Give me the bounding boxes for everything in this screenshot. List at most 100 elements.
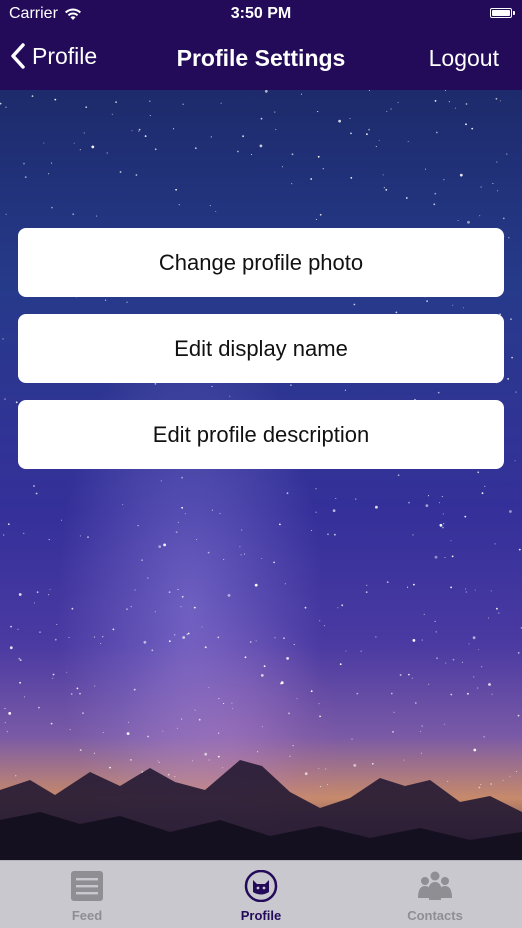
star bbox=[91, 145, 95, 149]
star bbox=[436, 657, 438, 660]
star bbox=[390, 692, 393, 695]
star bbox=[474, 589, 476, 591]
star bbox=[465, 591, 467, 593]
edit-profile-description-button[interactable]: Edit profile description bbox=[18, 400, 504, 469]
star bbox=[464, 515, 467, 518]
star bbox=[496, 607, 498, 610]
star bbox=[310, 178, 313, 180]
star bbox=[135, 174, 138, 176]
star bbox=[414, 702, 417, 704]
star bbox=[168, 591, 171, 593]
star bbox=[87, 536, 89, 538]
tab-feed[interactable]: Feed bbox=[0, 861, 174, 928]
battery-icon bbox=[490, 8, 515, 18]
star bbox=[279, 523, 281, 526]
star bbox=[323, 625, 325, 627]
star bbox=[315, 218, 317, 221]
star bbox=[7, 523, 10, 526]
star bbox=[399, 674, 402, 676]
star bbox=[204, 646, 207, 648]
star bbox=[2, 338, 4, 340]
star bbox=[334, 533, 336, 536]
star bbox=[223, 558, 225, 561]
star bbox=[494, 543, 496, 545]
star bbox=[76, 687, 79, 690]
status-bar: Carrier 3:50 PM bbox=[0, 0, 522, 30]
star bbox=[445, 662, 447, 664]
star bbox=[174, 634, 176, 636]
star bbox=[407, 586, 409, 588]
star bbox=[465, 103, 468, 105]
star bbox=[264, 90, 268, 93]
star bbox=[33, 602, 36, 604]
star bbox=[461, 661, 463, 663]
star bbox=[438, 502, 440, 504]
tab-profile[interactable]: Profile bbox=[174, 861, 348, 928]
star bbox=[4, 398, 6, 400]
star bbox=[444, 556, 446, 559]
star bbox=[499, 100, 502, 102]
star bbox=[182, 103, 184, 105]
star bbox=[405, 197, 408, 199]
star bbox=[23, 162, 25, 165]
star bbox=[249, 641, 252, 643]
star bbox=[263, 665, 266, 668]
star bbox=[465, 123, 467, 126]
star bbox=[154, 611, 156, 613]
star bbox=[443, 523, 445, 525]
star bbox=[386, 581, 389, 583]
star bbox=[496, 161, 498, 163]
star bbox=[260, 674, 264, 677]
star bbox=[237, 150, 239, 153]
star bbox=[421, 639, 423, 641]
star bbox=[452, 658, 455, 661]
star bbox=[448, 101, 450, 103]
star bbox=[19, 681, 21, 684]
star bbox=[48, 539, 50, 541]
star bbox=[17, 628, 19, 630]
star bbox=[71, 607, 74, 610]
star bbox=[386, 110, 388, 112]
star bbox=[317, 155, 320, 158]
star bbox=[24, 176, 27, 178]
star bbox=[102, 636, 104, 638]
star bbox=[412, 639, 416, 642]
back-button[interactable]: Profile bbox=[10, 42, 97, 70]
star bbox=[375, 505, 378, 509]
star bbox=[261, 557, 263, 560]
star bbox=[481, 666, 483, 668]
star bbox=[231, 707, 233, 709]
edit-display-name-button[interactable]: Edit display name bbox=[18, 314, 504, 383]
star bbox=[350, 177, 353, 179]
star bbox=[260, 117, 263, 120]
star bbox=[413, 583, 415, 586]
star bbox=[281, 166, 284, 168]
star bbox=[390, 108, 392, 110]
star bbox=[215, 210, 217, 212]
star bbox=[194, 709, 196, 711]
star bbox=[5, 106, 7, 108]
star bbox=[52, 673, 55, 676]
logout-button[interactable]: Logout bbox=[429, 45, 499, 72]
star bbox=[279, 682, 282, 685]
star bbox=[182, 636, 186, 639]
star bbox=[211, 509, 213, 511]
star bbox=[515, 391, 517, 393]
star bbox=[126, 608, 128, 611]
star bbox=[181, 506, 184, 509]
star bbox=[332, 509, 336, 512]
star bbox=[5, 213, 7, 215]
star bbox=[100, 643, 102, 645]
star bbox=[497, 190, 499, 192]
tab-contacts[interactable]: Contacts bbox=[348, 861, 522, 928]
star bbox=[186, 633, 189, 636]
star bbox=[231, 702, 233, 704]
change-profile-photo-button[interactable]: Change profile photo bbox=[18, 228, 504, 297]
star bbox=[144, 135, 147, 137]
star bbox=[397, 102, 399, 104]
star bbox=[143, 640, 147, 644]
star bbox=[60, 519, 63, 521]
tab-bar: Feed Profile Contacts bbox=[0, 860, 522, 928]
star bbox=[492, 182, 494, 185]
star bbox=[468, 643, 470, 645]
